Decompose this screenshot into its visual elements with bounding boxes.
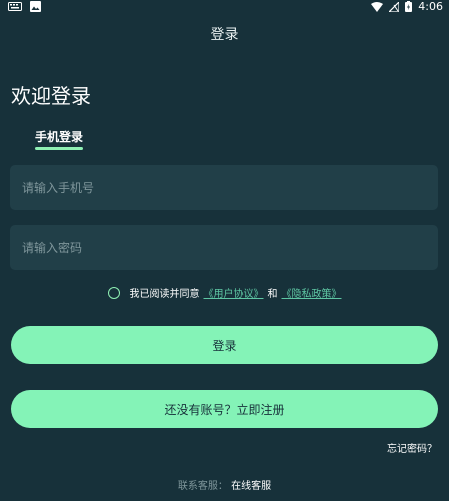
support-row: 联系客服： 在线客服 [0,477,449,492]
status-left [8,1,41,12]
status-bar: 4:06 [0,0,449,14]
status-time: 4:06 [418,0,443,13]
status-right: 4:06 [371,0,443,13]
login-button[interactable]: 登录 [11,326,438,364]
agreement-and: 和 [267,289,278,300]
tab-indicator [35,147,83,150]
no-signal-icon [389,1,400,12]
user-agreement-link[interactable]: 《用户协议》 [204,285,264,300]
online-support-link[interactable]: 在线客服 [231,481,271,492]
agree-radio[interactable] [107,286,120,299]
tab-phone-login[interactable]: 手机登录 [35,128,83,145]
agreement-row: 我已阅读并同意 《用户协议》 和 《隐私政策》 [0,285,449,300]
image-icon [30,1,41,12]
register-button[interactable]: 还没有账号？立即注册 [11,390,438,428]
wifi-icon [371,1,384,12]
privacy-policy-link[interactable]: 《隐私政策》 [282,285,342,300]
page-title: 登录 [210,27,239,43]
support-label: 联系客服： [177,481,228,492]
keyboard-icon [8,2,22,11]
phone-input[interactable] [10,165,438,210]
welcome-heading: 欢迎登录 [11,84,91,108]
battery-icon [405,1,413,12]
forgot-password-link[interactable]: 忘记密码？ [387,440,437,455]
agreement-prefix: 我已阅读并同意 [129,289,200,300]
password-input[interactable] [10,225,438,270]
